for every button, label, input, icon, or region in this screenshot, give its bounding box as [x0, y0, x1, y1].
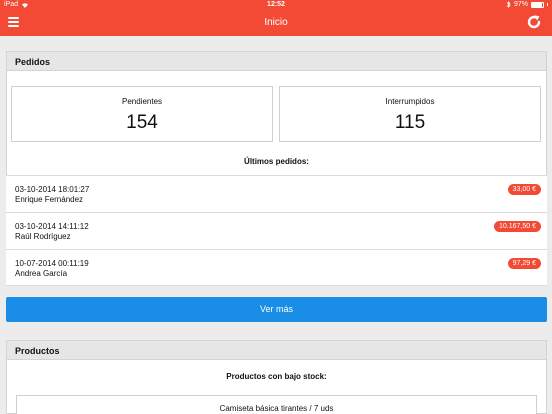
order-row[interactable]: 03-10-2014 18:01:27 Enrique Fernández 33…	[6, 175, 547, 212]
interrupted-orders-card[interactable]: Interrumpidos 115	[279, 86, 541, 142]
order-customer: Andrea García	[15, 269, 68, 278]
order-amount-badge: 10.167,50 €	[494, 221, 541, 232]
low-stock-title: Productos con bajo stock:	[226, 372, 327, 381]
battery-percent: 97%	[513, 1, 528, 8]
pending-count: 154	[126, 112, 158, 133]
page-title: Inicio	[264, 17, 288, 28]
battery-tip	[547, 3, 548, 6]
order-row[interactable]: 03-10-2014 14:11:12 Raúl Rodríguez 10.16…	[6, 212, 547, 249]
order-amount-badge: 97,29 €	[507, 258, 541, 269]
order-row[interactable]: 10-07-2014 00:11:19 Andrea García 97,29 …	[6, 249, 547, 286]
status-right: 97%	[506, 1, 548, 8]
products-section-header: Productos	[6, 340, 547, 360]
interrupted-count: 115	[394, 112, 426, 133]
orders-section-header: Pedidos	[6, 51, 547, 71]
order-customer: Enrique Fernández	[15, 195, 84, 204]
pending-orders-card[interactable]: Pendientes 154	[11, 86, 273, 142]
order-date: 10-07-2014 00:11:19	[15, 259, 89, 268]
status-bar: iPad 12:52 97%	[0, 0, 552, 10]
navigation-bar: Inicio	[0, 10, 552, 36]
latest-orders-title: Últimos pedidos:	[244, 157, 309, 166]
pending-label: Pendientes	[121, 97, 163, 106]
interrupted-label: Interrumpidos	[385, 97, 435, 106]
low-stock-item[interactable]: Camiseta básica tirantes / 7 uds	[16, 395, 537, 414]
bluetooth-icon	[506, 1, 511, 8]
order-customer: Raúl Rodríguez	[15, 232, 71, 241]
order-date: 03-10-2014 18:01:27	[15, 185, 90, 194]
status-time: 12:52	[267, 1, 285, 8]
order-date: 03-10-2014 14:11:12	[15, 222, 89, 231]
battery-icon	[531, 1, 544, 8]
see-more-button[interactable]: Ver más	[6, 297, 547, 322]
refresh-icon[interactable]	[526, 14, 542, 30]
order-amount-badge: 33,00 €	[507, 184, 541, 195]
